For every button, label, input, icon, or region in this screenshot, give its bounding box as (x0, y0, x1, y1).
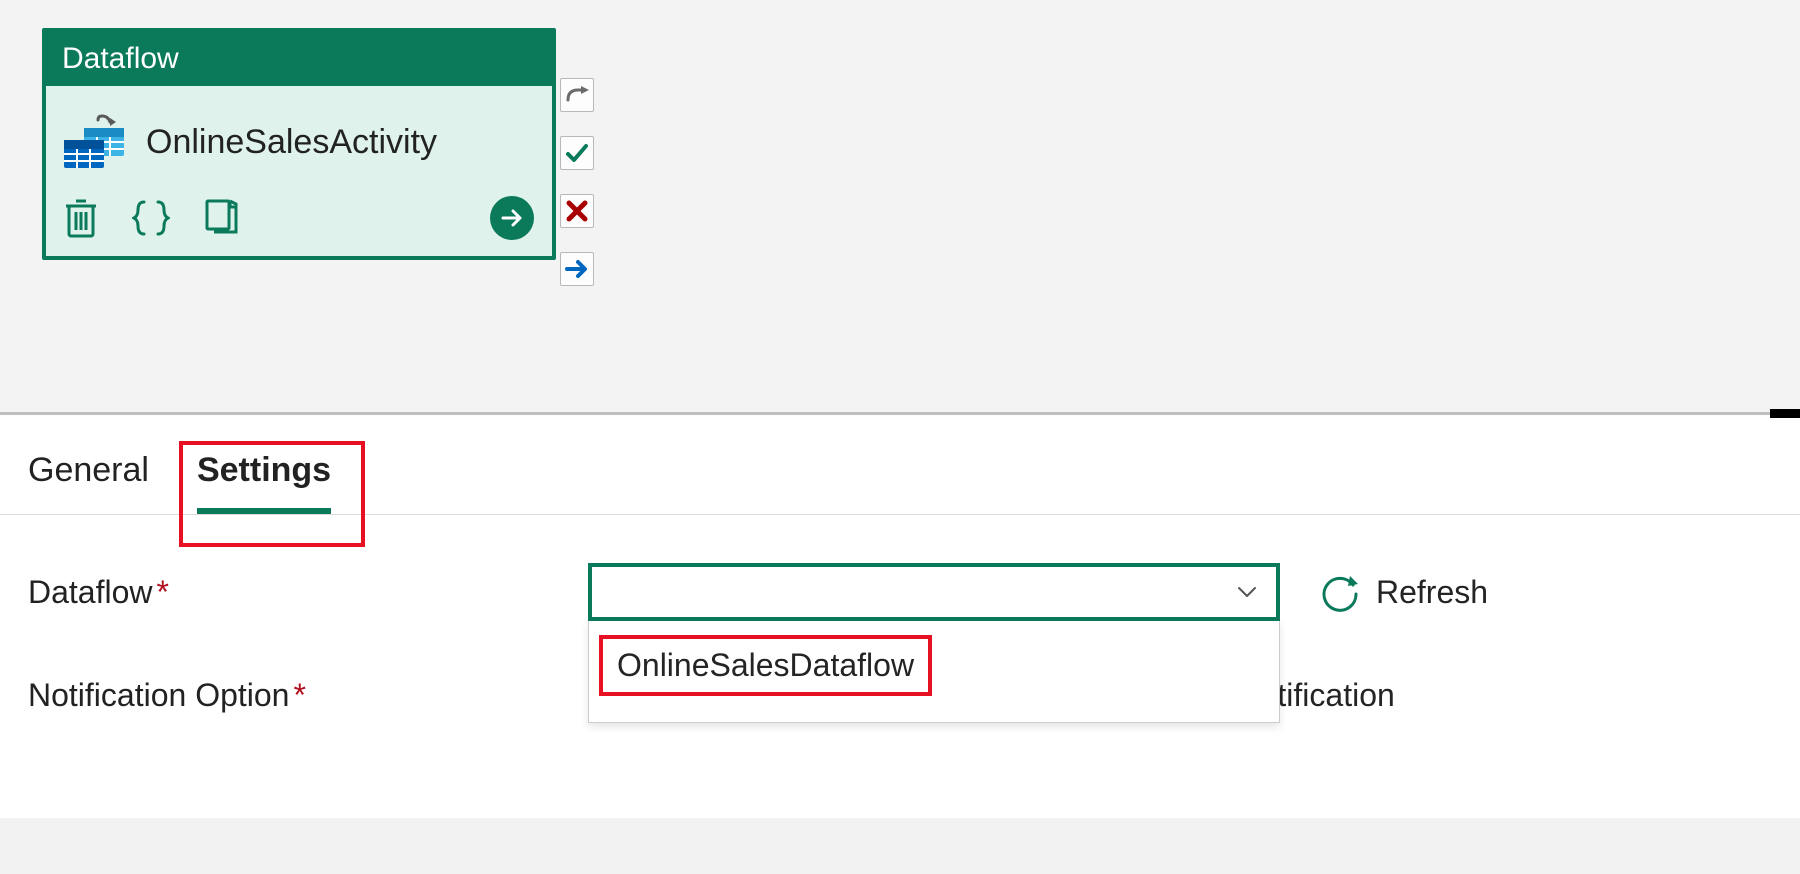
activity-type-label: Dataflow (46, 32, 552, 86)
refresh-label: Refresh (1376, 574, 1488, 611)
refresh-icon (1320, 572, 1360, 612)
notification-label: Notification Option* (28, 677, 588, 714)
panel-divider[interactable] (0, 412, 1800, 415)
settings-form: Dataflow* OnlineSalesDataflow (0, 515, 1800, 818)
pipeline-canvas[interactable]: Dataflow (0, 0, 1800, 412)
required-asterisk: * (157, 574, 169, 610)
redo-icon[interactable] (560, 78, 594, 112)
required-asterisk: * (293, 677, 305, 713)
dataflow-label: Dataflow* (28, 574, 588, 611)
delete-icon[interactable] (64, 198, 98, 238)
activity-side-actions (560, 78, 594, 286)
activity-name: OnlineSalesActivity (146, 123, 437, 162)
tab-general[interactable]: General (28, 451, 149, 514)
dataflow-activity-card[interactable]: Dataflow (42, 28, 556, 260)
success-check-icon[interactable] (560, 136, 594, 170)
activity-body: OnlineSalesActivity (46, 86, 552, 180)
dataflow-dropdown-list: OnlineSalesDataflow (588, 621, 1280, 723)
refresh-button[interactable]: Refresh (1320, 572, 1488, 612)
tab-settings[interactable]: Settings (197, 451, 331, 514)
run-arrow-icon[interactable] (490, 196, 534, 240)
failure-x-icon[interactable] (560, 194, 594, 228)
details-panel: General Settings Dataflow* (0, 415, 1800, 818)
dataflow-option-onlinesales[interactable]: OnlineSalesDataflow (599, 635, 932, 696)
dataflow-dropdown[interactable] (588, 563, 1280, 621)
chevron-down-icon (1236, 585, 1258, 599)
tabs-bar: General Settings (0, 415, 1800, 515)
copy-icon[interactable] (204, 198, 240, 238)
dataflow-icon (64, 114, 124, 170)
code-braces-icon[interactable] (132, 198, 170, 238)
activity-footer (46, 180, 552, 256)
skip-arrow-icon[interactable] (560, 252, 594, 286)
dataflow-row: Dataflow* OnlineSalesDataflow (28, 563, 1772, 621)
